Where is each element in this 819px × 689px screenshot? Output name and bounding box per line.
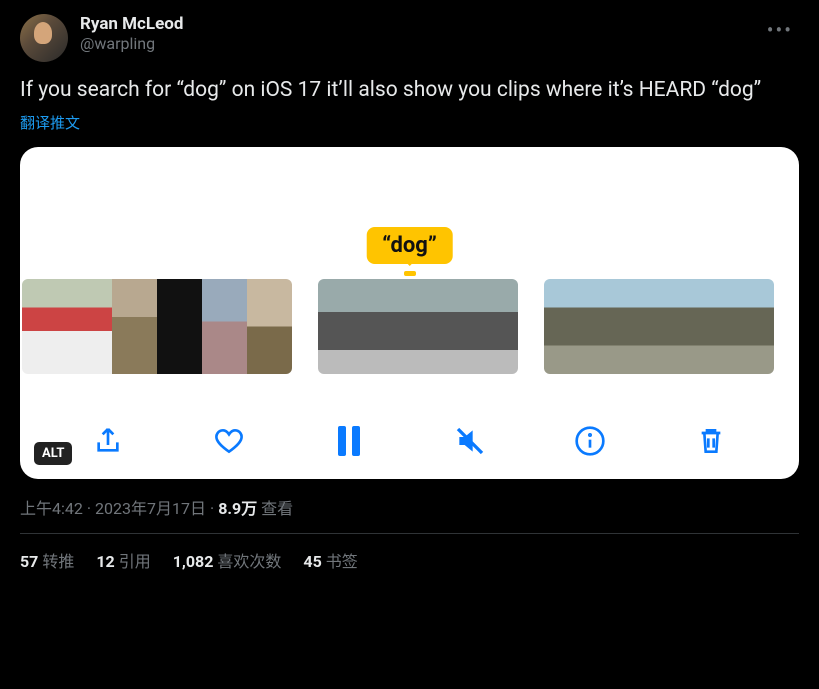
likes-stat[interactable]: 1,082喜欢次数 — [173, 548, 282, 572]
retweets-stat[interactable]: 57转推 — [20, 548, 74, 572]
video-frame — [318, 279, 368, 374]
video-frame — [468, 279, 518, 374]
video-frame — [590, 279, 636, 374]
share-icon — [92, 425, 124, 457]
mute-icon — [454, 425, 486, 457]
media-attachment[interactable]: “dog” — [20, 147, 799, 479]
more-icon: ••• — [767, 18, 793, 42]
clip-group-3[interactable] — [544, 279, 774, 374]
tweet-header: Ryan McLeod @warpling ••• — [20, 14, 799, 62]
filmstrip — [20, 279, 799, 374]
tweet-date[interactable]: 2023年7月17日 — [95, 499, 206, 518]
handle: @warpling — [80, 34, 749, 53]
media-toolbar — [20, 421, 799, 461]
info-button[interactable] — [570, 421, 610, 461]
quotes-stat[interactable]: 12引用 — [96, 548, 150, 572]
translate-link[interactable]: 翻译推文 — [20, 112, 80, 133]
pause-icon — [338, 426, 360, 456]
delete-button[interactable] — [691, 421, 731, 461]
views-label: 查看 — [261, 499, 293, 518]
author-block[interactable]: Ryan McLeod @warpling — [80, 14, 749, 53]
video-frame — [368, 279, 418, 374]
video-frame — [247, 279, 292, 374]
trash-icon — [695, 425, 727, 457]
mute-button[interactable] — [450, 421, 490, 461]
video-frame — [22, 279, 67, 374]
video-frame — [544, 279, 590, 374]
stats-row: 57转推 12引用 1,082喜欢次数 45书签 — [20, 548, 799, 572]
video-frame — [202, 279, 247, 374]
video-frame — [682, 279, 728, 374]
more-options-button[interactable]: ••• — [761, 14, 799, 46]
video-frame — [157, 279, 202, 374]
tweet-text: If you search for “dog” on iOS 17 it’ll … — [20, 76, 799, 104]
playhead-marker — [404, 271, 416, 276]
clip-group-2[interactable] — [318, 279, 518, 374]
pause-button[interactable] — [329, 421, 369, 461]
video-frame — [112, 279, 157, 374]
caption-bubble: “dog” — [366, 227, 453, 264]
tweet-meta: 上午4:42·2023年7月17日·8.9万 查看 — [20, 495, 799, 519]
like-button[interactable] — [209, 421, 249, 461]
clip-group-1[interactable] — [22, 279, 292, 374]
views-count: 8.9万 — [218, 499, 257, 518]
divider — [20, 533, 799, 534]
bookmarks-stat[interactable]: 45书签 — [303, 548, 357, 572]
share-button[interactable] — [88, 421, 128, 461]
heart-icon — [213, 425, 245, 457]
display-name: Ryan McLeod — [80, 14, 749, 34]
video-frame — [636, 279, 682, 374]
avatar[interactable] — [20, 14, 68, 62]
alt-badge[interactable]: ALT — [34, 442, 72, 465]
video-frame — [418, 279, 468, 374]
info-icon — [574, 425, 606, 457]
video-frame — [728, 279, 774, 374]
video-frame — [67, 279, 112, 374]
tweet-container: Ryan McLeod @warpling ••• If you search … — [0, 0, 819, 584]
tweet-time[interactable]: 上午4:42 — [20, 499, 83, 518]
